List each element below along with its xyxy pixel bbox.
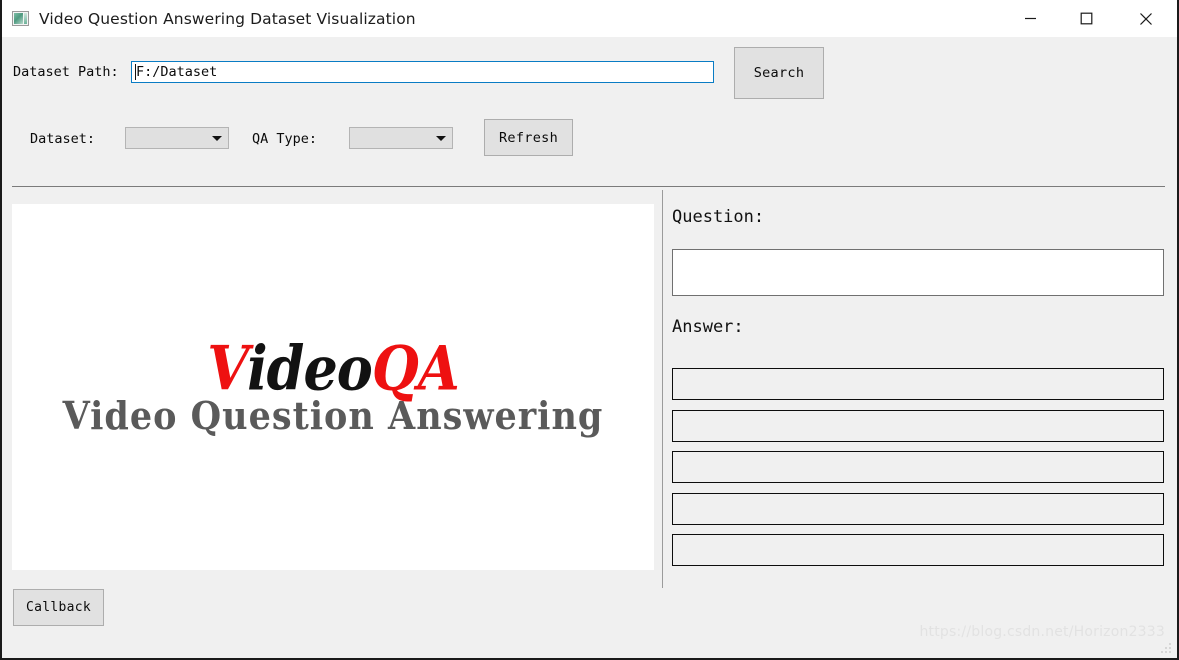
- qa-type-select[interactable]: [349, 127, 453, 149]
- qa-type-label: QA Type:: [252, 131, 318, 147]
- vertical-divider: [662, 190, 663, 588]
- title-bar: Video Question Answering Dataset Visuali…: [2, 0, 1177, 37]
- horizontal-divider: [12, 186, 1165, 187]
- application-window: Video Question Answering Dataset Visuali…: [0, 0, 1179, 660]
- answer-option-row[interactable]: [672, 534, 1164, 566]
- videoqa-logo-title: VideoQA: [207, 337, 460, 397]
- videoqa-logo: VideoQA Video Question Answering: [12, 204, 654, 570]
- chevron-down-icon: [436, 136, 446, 141]
- answer-label: Answer:: [672, 317, 744, 337]
- dataset-label: Dataset:: [30, 131, 96, 147]
- window-title: Video Question Answering Dataset Visuali…: [39, 9, 416, 28]
- question-display-box: [672, 249, 1164, 296]
- question-label: Question:: [672, 207, 765, 227]
- maximize-icon: [1080, 12, 1092, 25]
- dataset-path-label: Dataset Path:: [13, 64, 119, 80]
- close-button[interactable]: [1123, 0, 1169, 37]
- dataset-select[interactable]: [125, 127, 229, 149]
- close-icon: [1140, 12, 1152, 25]
- video-preview-panel[interactable]: VideoQA Video Question Answering: [12, 204, 654, 570]
- logo-text-ideo: ideo: [247, 331, 373, 404]
- resize-grip[interactable]: [1160, 642, 1171, 653]
- minimize-icon: [1024, 17, 1036, 20]
- watermark-text: https://blog.csdn.net/Horizon2333: [919, 624, 1165, 640]
- answer-option-row[interactable]: [672, 451, 1164, 483]
- chevron-down-icon: [212, 136, 222, 141]
- answer-option-row[interactable]: [672, 410, 1164, 442]
- search-button[interactable]: Search: [734, 47, 824, 99]
- logo-text-qa: QA: [371, 331, 460, 404]
- answer-option-row[interactable]: [672, 368, 1164, 400]
- maximize-button[interactable]: [1063, 0, 1109, 37]
- image-thumbnail-icon: [12, 11, 29, 26]
- answer-option-row[interactable]: [672, 493, 1164, 525]
- logo-letter-v: V: [207, 331, 248, 404]
- videoqa-logo-subtitle: Video Question Answering: [62, 393, 604, 439]
- callback-button[interactable]: Callback: [13, 589, 104, 626]
- text-caret: [135, 64, 136, 80]
- dataset-path-input[interactable]: [131, 61, 714, 83]
- minimize-button[interactable]: [1007, 0, 1053, 37]
- refresh-button[interactable]: Refresh: [484, 119, 573, 156]
